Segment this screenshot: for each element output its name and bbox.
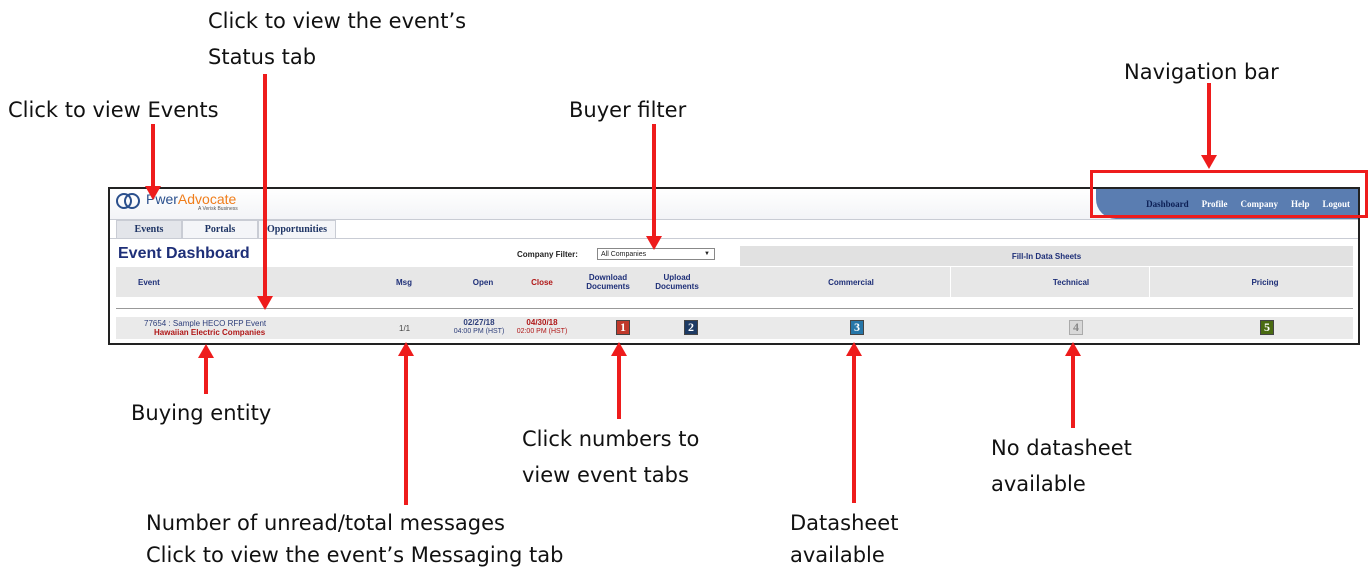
company-filter-value: All Companies: [601, 251, 647, 258]
col-commercial: Commercial: [828, 277, 874, 287]
arrow-messages: [404, 355, 408, 505]
arrow-buyer-filter: [652, 124, 656, 238]
chevron-down-icon: ▼: [704, 251, 710, 257]
tab-divider: [110, 238, 1358, 239]
arrow-status-tab-head: [257, 296, 273, 310]
annotation-no-datasheet-line2: available: [991, 472, 1086, 496]
buying-entity: Hawaiian Electric Companies: [154, 328, 266, 337]
annotation-buying-entity: Buying entity: [131, 401, 272, 425]
col-open: Open: [472, 277, 494, 287]
arrow-events: [151, 124, 155, 188]
col-upload-documents: Upload Documents: [655, 273, 699, 291]
message-count-link[interactable]: 1/1: [399, 324, 410, 333]
col-event: Event: [138, 277, 160, 287]
navigation-bar-callout-box: [1090, 170, 1368, 218]
arrow-datasheet: [852, 355, 856, 503]
arrow-events-head: [145, 186, 161, 200]
table-row: 77654 : Sample HECO RFP Event Hawaiian E…: [116, 317, 1353, 339]
column-separator: [1149, 267, 1150, 297]
annotation-status-tab-line2: Status tab: [208, 45, 317, 69]
tab-portals[interactable]: Portals: [182, 220, 258, 238]
header-rule: [116, 308, 1353, 309]
arrow-datasheet-head: [846, 342, 862, 356]
arrow-numbers-head: [611, 342, 627, 356]
annotation-events: Click to view Events: [8, 98, 219, 122]
arrow-buyer-filter-head: [646, 236, 662, 250]
arrow-no-datasheet: [1071, 355, 1075, 428]
arrow-navigation-bar-head: [1201, 155, 1217, 169]
annotation-messages-line1: Number of unread/total messages: [146, 511, 505, 535]
arrow-numbers: [617, 355, 621, 419]
logo-rings-icon: [116, 193, 142, 211]
main-tabs: Events Portals Opportunities: [116, 220, 336, 238]
col-msg: Msg: [396, 277, 412, 287]
annotation-no-datasheet-line1: No datasheet: [991, 436, 1132, 460]
arrow-messages-head: [398, 342, 414, 356]
pricing-datasheet-button[interactable]: 5: [1260, 320, 1274, 335]
fill-in-data-sheets-header: Fill-In Data Sheets: [740, 246, 1353, 266]
annotation-numbers-line2: view event tabs: [522, 463, 689, 487]
column-separator: [950, 267, 951, 297]
logo-tagline: A Verisk Business: [198, 206, 238, 212]
arrow-buying-entity-head: [198, 344, 214, 358]
tab-opportunities[interactable]: Opportunities: [258, 220, 336, 238]
col-technical: Technical: [1052, 277, 1090, 287]
download-documents-tab-button[interactable]: 1: [616, 320, 630, 335]
annotation-numbers-line1: Click numbers to: [522, 427, 700, 451]
annotation-navigation-bar: Navigation bar: [1124, 60, 1279, 84]
close-time: 02:00 PM (HST): [516, 328, 568, 335]
close-date: 04/30/18: [526, 318, 558, 327]
upload-documents-tab-button[interactable]: 2: [684, 320, 698, 335]
arrow-status-tab: [263, 74, 267, 298]
arrow-navigation-bar: [1207, 83, 1211, 157]
annotation-buyer-filter: Buyer filter: [569, 98, 687, 122]
commercial-datasheet-button[interactable]: 3: [850, 320, 864, 335]
col-download-documents: Download Documents: [586, 273, 630, 291]
arrow-no-datasheet-head: [1065, 342, 1081, 356]
table-header: Event Msg Open Close Download Documents …: [116, 267, 1353, 297]
event-link[interactable]: 77654 : Sample HECO RFP Event: [144, 319, 266, 328]
open-date: 02/27/18: [463, 318, 495, 327]
close-datetime: 04/30/18 02:00 PM (HST): [497, 319, 587, 336]
annotation-datasheet-line1: Datasheet: [790, 511, 899, 535]
company-filter-label: Company Filter:: [517, 250, 578, 259]
arrow-buying-entity: [204, 357, 208, 394]
tab-events[interactable]: Events: [116, 220, 182, 238]
annotation-messages-line2: Click to view the event’s Messaging tab: [146, 543, 564, 567]
technical-datasheet-button-disabled: 4: [1069, 320, 1083, 335]
annotation-status-tab-line1: Click to view the event’s: [208, 9, 467, 33]
annotation-datasheet-line2: available: [790, 543, 885, 567]
col-close: Close: [531, 277, 553, 287]
col-pricing: Pricing: [1251, 277, 1279, 287]
page-title: Event Dashboard: [118, 245, 250, 262]
